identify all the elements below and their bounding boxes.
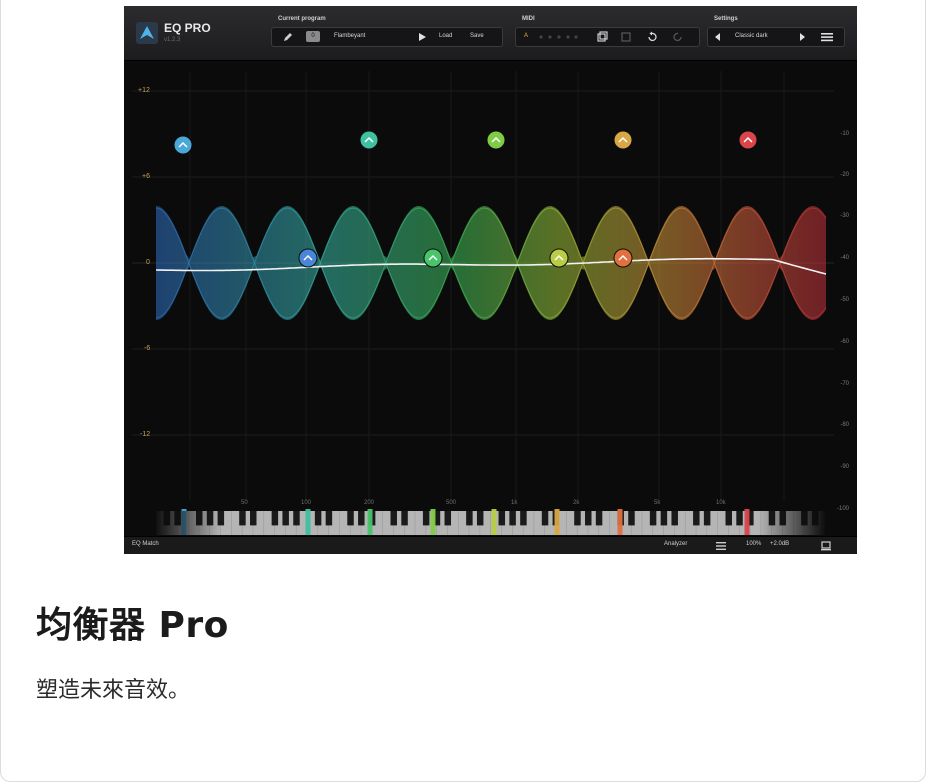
gain-label-0: +12 bbox=[138, 87, 150, 94]
analyzer-button[interactable]: Analyzer bbox=[664, 541, 687, 547]
band-node-5[interactable] bbox=[486, 130, 506, 150]
midi-group: A bbox=[515, 27, 700, 47]
zoom-level[interactable]: 100% bbox=[746, 541, 761, 547]
band-node-9[interactable] bbox=[738, 130, 758, 150]
output-gain[interactable]: +2.0dB bbox=[770, 541, 789, 547]
db-label-9: -100 bbox=[836, 506, 849, 512]
freq-label-4: 1k bbox=[511, 500, 518, 506]
prev-arrow-icon[interactable] bbox=[712, 31, 724, 43]
db-label-5: -60 bbox=[840, 339, 849, 345]
band-node-8[interactable] bbox=[613, 248, 633, 268]
db-label-7: -80 bbox=[840, 422, 849, 428]
freq-label-5: 2k bbox=[573, 500, 580, 506]
app-version: v1.2.3 bbox=[164, 37, 181, 43]
db-label-4: -50 bbox=[840, 297, 849, 303]
gain-label-1: +6 bbox=[142, 173, 150, 180]
load-button[interactable]: Load bbox=[439, 33, 452, 39]
copy-icon[interactable] bbox=[596, 31, 608, 43]
band-node-circle[interactable] bbox=[359, 130, 379, 150]
midi-value[interactable]: A bbox=[524, 33, 528, 39]
db-label-8: -90 bbox=[840, 464, 849, 470]
freq-label-7: 10k bbox=[716, 500, 726, 506]
top-toolbar: EQ PRO v1.2.3 Current program 0 Flambeya… bbox=[124, 6, 857, 61]
band-node-3[interactable] bbox=[359, 130, 379, 150]
edit-icon[interactable] bbox=[282, 31, 294, 43]
db-label-6: -70 bbox=[840, 381, 849, 387]
band-node-circle[interactable] bbox=[613, 130, 633, 150]
freq-label-1: 100 bbox=[301, 500, 312, 506]
band-fill-envelope bbox=[156, 205, 826, 321]
next-arrow-icon[interactable] bbox=[796, 31, 808, 43]
bottom-bar: EQ Match Analyzer 100% +2.0dB bbox=[124, 536, 857, 554]
app-title: EQ PRO bbox=[164, 21, 211, 35]
save-button[interactable]: Save bbox=[470, 33, 484, 39]
band-node-4[interactable] bbox=[423, 248, 443, 268]
piano-icon[interactable] bbox=[821, 541, 831, 551]
program-name[interactable]: Flambeyant bbox=[334, 33, 365, 39]
band-node-circle[interactable] bbox=[738, 130, 758, 150]
freq-label-2: 200 bbox=[364, 500, 375, 506]
freq-label-3: 500 bbox=[446, 500, 457, 506]
settings-label: Settings bbox=[714, 16, 738, 22]
band-node-circle[interactable] bbox=[173, 135, 193, 155]
app-screenshot: EQ PRO v1.2.3 Current program 0 Flambeya… bbox=[124, 6, 857, 554]
band-node-circle[interactable] bbox=[486, 130, 506, 150]
midi-dots-icon bbox=[539, 35, 578, 39]
product-title: 均衡器 Pro bbox=[36, 605, 229, 646]
logo-icon bbox=[136, 22, 158, 44]
freq-label-6: 5k bbox=[654, 500, 661, 506]
gain-label-2: 0 bbox=[146, 259, 150, 266]
program-index: 0 bbox=[306, 31, 320, 42]
db-label-0: -10 bbox=[840, 131, 849, 137]
gain-label-4: -12 bbox=[140, 431, 151, 438]
redo-icon[interactable] bbox=[672, 31, 684, 43]
program-selector[interactable]: 0 Flambeyant Load Save bbox=[271, 27, 503, 47]
list-icon[interactable] bbox=[716, 542, 726, 550]
theme-name: Classic dark bbox=[735, 33, 768, 39]
band-node-1[interactable] bbox=[173, 135, 193, 155]
eq-match-button[interactable]: EQ Match bbox=[132, 541, 159, 547]
band-node-circle[interactable] bbox=[613, 248, 633, 268]
product-tagline: 塑造未來音效。 bbox=[36, 678, 191, 703]
eq-display[interactable]: +12 +6 0 -6 -12 -10 -20 -30 -40 -50 -60 … bbox=[124, 61, 857, 536]
play-icon[interactable] bbox=[416, 31, 428, 43]
band-node-7[interactable] bbox=[613, 130, 633, 150]
undo-icon[interactable] bbox=[646, 31, 658, 43]
gain-label-3: -6 bbox=[144, 345, 151, 352]
db-label-1: -20 bbox=[840, 172, 849, 178]
db-label-2: -30 bbox=[840, 213, 849, 219]
theme-selector[interactable]: Classic dark bbox=[707, 27, 845, 47]
midi-label: MIDI bbox=[522, 16, 535, 22]
freq-label-0: 50 bbox=[241, 500, 248, 506]
menu-icon[interactable] bbox=[820, 31, 834, 43]
eq-curve-canvas[interactable] bbox=[124, 61, 857, 536]
band-node-circle[interactable] bbox=[298, 248, 318, 268]
paste-icon[interactable] bbox=[620, 31, 632, 43]
band-node-circle[interactable] bbox=[549, 248, 569, 268]
db-label-3: -40 bbox=[840, 255, 849, 261]
band-node-2[interactable] bbox=[298, 248, 318, 268]
band-node-6[interactable] bbox=[549, 248, 569, 268]
current-program-label: Current program bbox=[278, 16, 326, 22]
band-node-circle[interactable] bbox=[423, 248, 443, 268]
